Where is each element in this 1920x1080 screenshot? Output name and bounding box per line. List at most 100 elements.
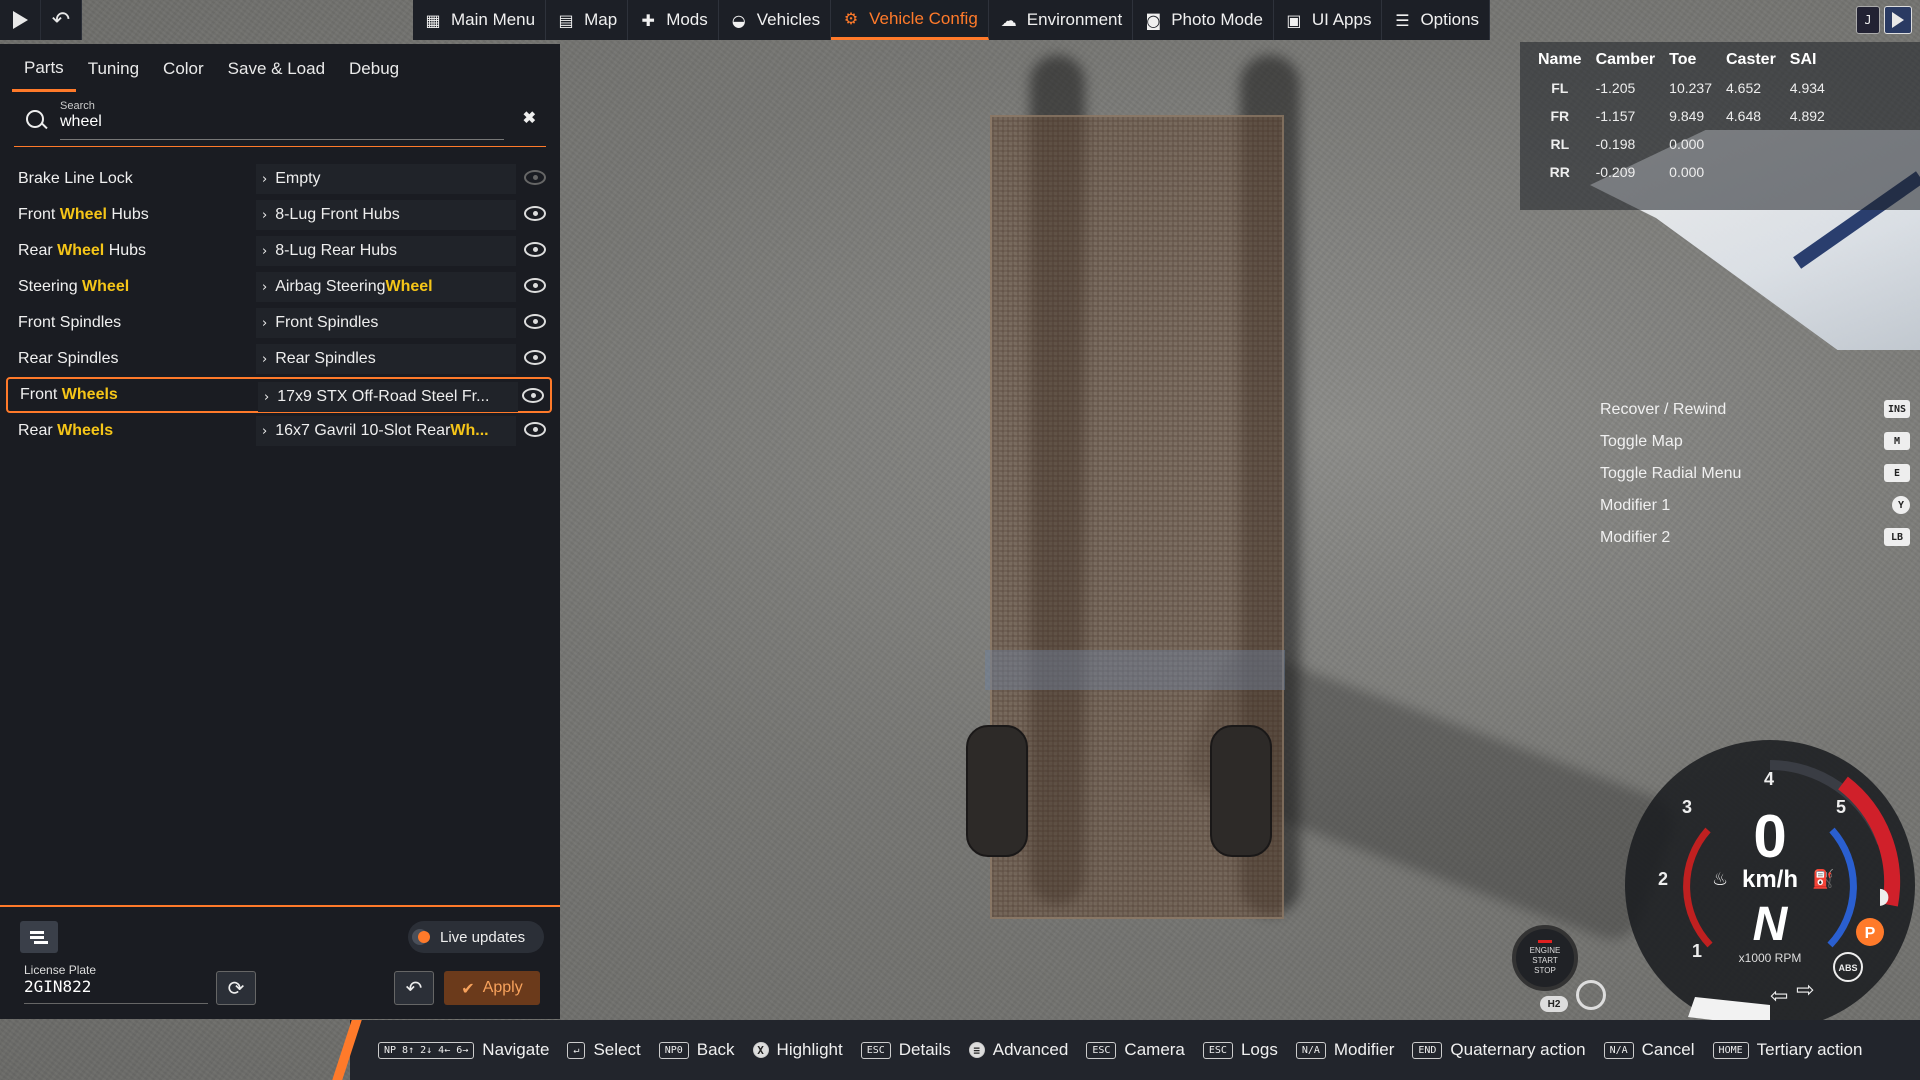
menu-options[interactable]: ☰ Options [1382,0,1491,40]
tab-debug[interactable]: Debug [337,46,411,92]
license-plate-input[interactable]: 2GIN822 [24,977,208,1004]
reset-button[interactable]: ↶ [394,971,434,1005]
undo-button[interactable]: ↶ [41,0,82,40]
weather-icon: ☁ [1000,10,1017,30]
part-selector-dropdown[interactable]: › Empty [256,164,516,194]
left-turn-signal-icon: ⇦ [1770,984,1788,1009]
menu-vehicle-config[interactable]: ⚙ Vehicle Config [831,0,989,40]
map-icon: ▤ [558,10,574,30]
speedometer: 1 2 3 4 5 0 km/h N x1000 RPM P ABS ◗ ♨ ⛽… [1620,735,1920,1035]
part-row[interactable]: Brake Line Lock › Empty [6,161,552,197]
menu-map[interactable]: ▤ Map [546,0,629,40]
front-left-wheel[interactable] [966,725,1028,857]
config-tabs: Parts Tuning Color Save & Load Debug [0,44,560,94]
action-back[interactable]: NP0 Back [658,1040,735,1060]
visibility-eye-icon[interactable] [524,314,546,329]
part-slot-name: Front Wheels [8,386,258,404]
part-selector-dropdown[interactable]: › 17x9 STX Off-Road Steel Fr... [258,382,518,412]
visibility-eye-icon[interactable] [524,206,546,221]
action-label: Modifier [1333,1040,1395,1059]
search-box[interactable]: Search wheel ✖ [14,94,546,147]
visibility-eye-icon[interactable] [524,170,546,185]
key-badge: NP0 [658,1041,689,1059]
part-row[interactable]: Rear Wheel Hubs › 8-Lug Rear Hubs [6,233,552,269]
menu-label: Photo Mode [1171,10,1263,29]
visibility-eye-icon[interactable] [522,388,544,403]
search-icon [26,110,44,128]
tab-parts[interactable]: Parts [12,46,76,92]
action-select[interactable]: ↵ Select [567,1040,641,1060]
part-selector-dropdown[interactable]: › Rear Spindles [256,344,516,374]
alignment-value-cell [1784,130,1833,158]
menu-main-menu[interactable]: ▦ Main Menu [413,0,547,40]
part-selector-dropdown[interactable]: › Airbag Steering Wheel [256,272,516,302]
part-selector-dropdown[interactable]: › 8-Lug Front Hubs [256,200,516,230]
part-slot-name: Rear Wheels [6,422,256,440]
clear-search-icon[interactable]: ✖ [523,108,536,128]
part-value-text: 8-Lug Front Hubs [275,206,400,223]
action-advanced[interactable]: ≡ Advanced [968,1040,1068,1060]
engine-label: ENGINE [1529,946,1561,955]
visibility-eye-icon[interactable] [524,242,546,257]
part-value-text: Rear Spindles [275,350,376,367]
part-name-text: Hubs [104,242,147,259]
part-name-text: Hubs [106,206,149,223]
vehicle-config-panel: Parts Tuning Color Save & Load Debug Search … [0,44,560,1019]
table-row: FL -1.205 10.237 4.652 4.934 [1532,74,1833,102]
action-details[interactable]: ESC Details [860,1040,951,1060]
part-row[interactable]: Rear Wheels › 16x7 Gavril 10-Slot Rear Wh.… [6,413,552,449]
menu-mods[interactable]: ✚ Mods [628,0,719,40]
action-cancel[interactable]: N/A Cancel [1603,1040,1695,1060]
alignment-header: SAI [1789,51,1817,68]
action-quaternary-action[interactable]: END Quaternary action [1412,1040,1586,1060]
part-row[interactable]: Steering Wheel › Airbag Steering Wheel [6,269,552,305]
part-selector-dropdown[interactable]: › 16x7 Gavril 10-Slot Rear Wh... [256,416,516,446]
tab-color[interactable]: Color [151,46,216,92]
part-row[interactable]: Front Wheels › 17x9 STX Off-Road Steel Fr.… [6,377,552,413]
action-logs[interactable]: ESC Logs [1202,1040,1278,1060]
apply-button[interactable]: ✔ Apply [444,971,540,1005]
menu-ui-apps[interactable]: ▣ UI Apps [1274,0,1383,40]
resume-button[interactable] [1884,6,1912,34]
action-tertiary-action[interactable]: HOME Tertiary action [1712,1040,1862,1060]
tab-save-load[interactable]: Save & Load [216,46,337,92]
menu-photo-mode[interactable]: ◙ Photo Mode [1133,0,1274,40]
part-slot-name: Front Wheel Hubs [6,206,256,224]
menu-vehicles[interactable]: ◒ Vehicles [719,0,832,40]
key-hint-j: J [1856,6,1880,34]
part-selector-dropdown[interactable]: › 8-Lug Rear Hubs [256,236,516,266]
tab-tuning[interactable]: Tuning [76,46,151,92]
search-label: Search [60,100,95,112]
randomize-plate-button[interactable]: ⟳ [216,971,256,1005]
alignment-value-cell: 4.652 [1725,80,1762,96]
action-label: Logs [1240,1040,1278,1059]
action-highlight[interactable]: X Highlight [752,1040,843,1060]
main-menu: ▦ Main Menu ▤ Map ✚ Mods ◒ Vehicles ⚙ Vehicle Con… [413,0,1491,40]
fuel-icon: ⛽ [1812,868,1834,890]
parts-tree-toggle-button[interactable] [20,921,58,953]
temperature-icon: ♨ [1712,869,1728,890]
live-updates-toggle[interactable]: Live updates [408,921,544,953]
part-selector-dropdown[interactable]: › Front Spindles [256,308,516,338]
front-right-wheel[interactable] [1210,725,1272,857]
engine-start-stop-button[interactable]: ENGINE START STOP [1512,925,1578,991]
action-camera[interactable]: ESC Camera [1086,1040,1185,1060]
visibility-eye-icon[interactable] [524,350,546,365]
part-row[interactable]: Front Spindles › Front Spindles [6,305,552,341]
action-modifier[interactable]: N/A Modifier [1295,1040,1395,1060]
alignment-header: Toe [1669,51,1697,68]
visibility-eye-icon[interactable] [524,278,546,293]
visibility-eye-icon[interactable] [524,422,546,437]
alignment-value-cell: 4.648 [1725,108,1762,124]
wheel-name-cell: FR [1550,108,1570,124]
alignment-header: Name [1538,51,1582,68]
search-input[interactable]: wheel [60,113,102,131]
action-navigate[interactable]: NP 8↑ 2↓ 4← 6→ Navigate [378,1040,549,1060]
menu-environment[interactable]: ☁ Environment [989,0,1134,40]
part-row[interactable]: Rear Spindles › Rear Spindles [6,341,552,377]
part-row[interactable]: Front Wheel Hubs › 8-Lug Front Hubs [6,197,552,233]
play-button[interactable] [0,0,41,40]
wheel-alignment-app: Name Camber Toe Caster SAI FL -1.205 10.237 4.6… [1520,42,1920,210]
menu-label: Environment [1026,10,1123,29]
alignment-value-cell: 10.237 [1669,80,1712,96]
